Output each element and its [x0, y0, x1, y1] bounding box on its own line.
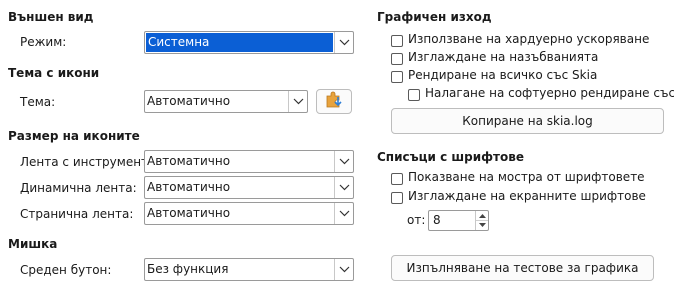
sidebar-size-label: Странична лента:: [20, 207, 134, 221]
copy-skia-log-button[interactable]: Копиране на skia.log: [391, 108, 664, 134]
chevron-down-icon[interactable]: [334, 259, 353, 280]
puzzle-extension-icon: [324, 91, 344, 112]
notebookbar-size-combobox[interactable]: Автоматично: [144, 176, 354, 199]
notebookbar-size-label: Динамична лента:: [20, 181, 137, 195]
skia-sw-label[interactable]: Налагане на софтуерно рендиране със Skia: [425, 86, 674, 100]
chevron-down-icon[interactable]: [334, 151, 353, 172]
spin-down-icon[interactable]: [476, 220, 488, 229]
mode-combobox[interactable]: Системна: [144, 31, 354, 54]
run-graphics-tests-button[interactable]: Изпълняване на тестове за графика: [391, 255, 654, 281]
antialias-label[interactable]: Изглаждане на назъбванията: [408, 50, 598, 64]
middle-button-value: Без функция: [147, 262, 229, 276]
antialias-checkbox[interactable]: [391, 53, 403, 65]
hw-accel-label[interactable]: Използване на хардуерно ускоряване: [408, 32, 649, 46]
toolbar-size-combobox[interactable]: Автоматично: [144, 150, 354, 173]
icon-size-header: Размер на иконите: [8, 129, 140, 143]
skia-label[interactable]: Рендиране на всичко със Skia: [408, 68, 597, 82]
screen-font-aa-checkbox[interactable]: [391, 192, 403, 204]
screen-font-aa-label[interactable]: Изглаждане на екранните шрифтове: [408, 189, 646, 203]
theme-value: Автоматично: [147, 94, 231, 108]
mouse-header: Мишка: [8, 237, 58, 251]
font-preview-checkbox[interactable]: [391, 173, 403, 185]
skia-sw-checkbox[interactable]: [408, 89, 420, 101]
appearance-header: Външен вид: [8, 10, 94, 24]
font-aa-from-spinbox[interactable]: 8: [428, 210, 489, 231]
middle-button-label: Среден бутон:: [20, 263, 112, 277]
sidebar-size-combobox[interactable]: Автоматично: [144, 202, 354, 225]
middle-button-combobox[interactable]: Без функция: [144, 258, 354, 281]
add-extension-button[interactable]: [316, 89, 352, 114]
mode-label: Режим:: [20, 35, 67, 49]
notebookbar-size-value: Автоматично: [147, 180, 231, 194]
toolbar-size-label: Лента с инструменти:: [20, 155, 160, 169]
font-aa-from-label: от:: [407, 213, 426, 227]
skia-checkbox[interactable]: [391, 71, 403, 83]
chevron-down-icon[interactable]: [334, 203, 353, 224]
sidebar-size-value: Автоматично: [147, 206, 231, 220]
font-preview-label[interactable]: Показване на мостра от шрифтовете: [408, 170, 645, 184]
icon-theme-header: Тема с икони: [8, 66, 100, 80]
icon-theme-combobox[interactable]: Автоматично: [144, 90, 308, 113]
spin-buttons[interactable]: [475, 211, 488, 230]
hw-accel-checkbox[interactable]: [391, 35, 403, 47]
toolbar-size-value: Автоматично: [147, 154, 231, 168]
font-lists-header: Списъци с шрифтове: [377, 150, 524, 164]
chevron-down-icon[interactable]: [334, 32, 353, 53]
font-aa-from-value: 8: [433, 213, 441, 227]
theme-label: Тема:: [20, 95, 56, 109]
mode-value: Системна: [146, 33, 333, 52]
chevron-down-icon[interactable]: [334, 177, 353, 198]
graphics-output-header: Графичен изход: [377, 10, 492, 24]
chevron-down-icon[interactable]: [288, 91, 307, 112]
